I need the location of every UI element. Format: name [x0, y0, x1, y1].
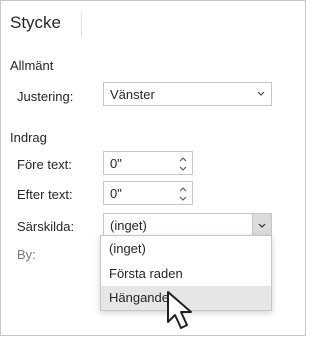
- special-label: Särskilda:: [17, 219, 75, 234]
- indent-heading: Indrag: [10, 130, 47, 145]
- after-text-label: Efter text:: [17, 187, 73, 202]
- mouse-pointer-icon: [165, 290, 197, 332]
- before-text-label: Före text:: [17, 157, 72, 172]
- spinner-arrows-icon[interactable]: [177, 154, 189, 174]
- after-text-value: 0": [110, 186, 122, 201]
- after-text-spinner[interactable]: 0": [103, 181, 193, 205]
- chevron-down-icon: [256, 88, 266, 98]
- option-first-line[interactable]: Första raden: [101, 262, 271, 286]
- option-none[interactable]: (inget): [101, 237, 271, 261]
- before-text-value: 0": [110, 156, 122, 171]
- paragraph-panel: Stycke Allmänt Justering: Vänster Indrag…: [0, 0, 306, 336]
- chevron-down-icon: [258, 223, 266, 228]
- before-text-spinner[interactable]: 0": [103, 151, 193, 175]
- title-divider: [81, 13, 82, 37]
- special-dropdown-button[interactable]: [252, 214, 271, 236]
- special-select[interactable]: (inget): [103, 213, 272, 237]
- panel-title: Stycke: [10, 13, 62, 32]
- alignment-value: Vänster: [110, 87, 155, 102]
- general-heading: Allmänt: [10, 58, 54, 73]
- alignment-select[interactable]: Vänster: [103, 82, 272, 106]
- alignment-label: Justering:: [17, 89, 74, 104]
- special-value: (inget): [110, 218, 147, 233]
- by-label: By:: [17, 247, 36, 262]
- spinner-arrows-icon[interactable]: [177, 184, 189, 204]
